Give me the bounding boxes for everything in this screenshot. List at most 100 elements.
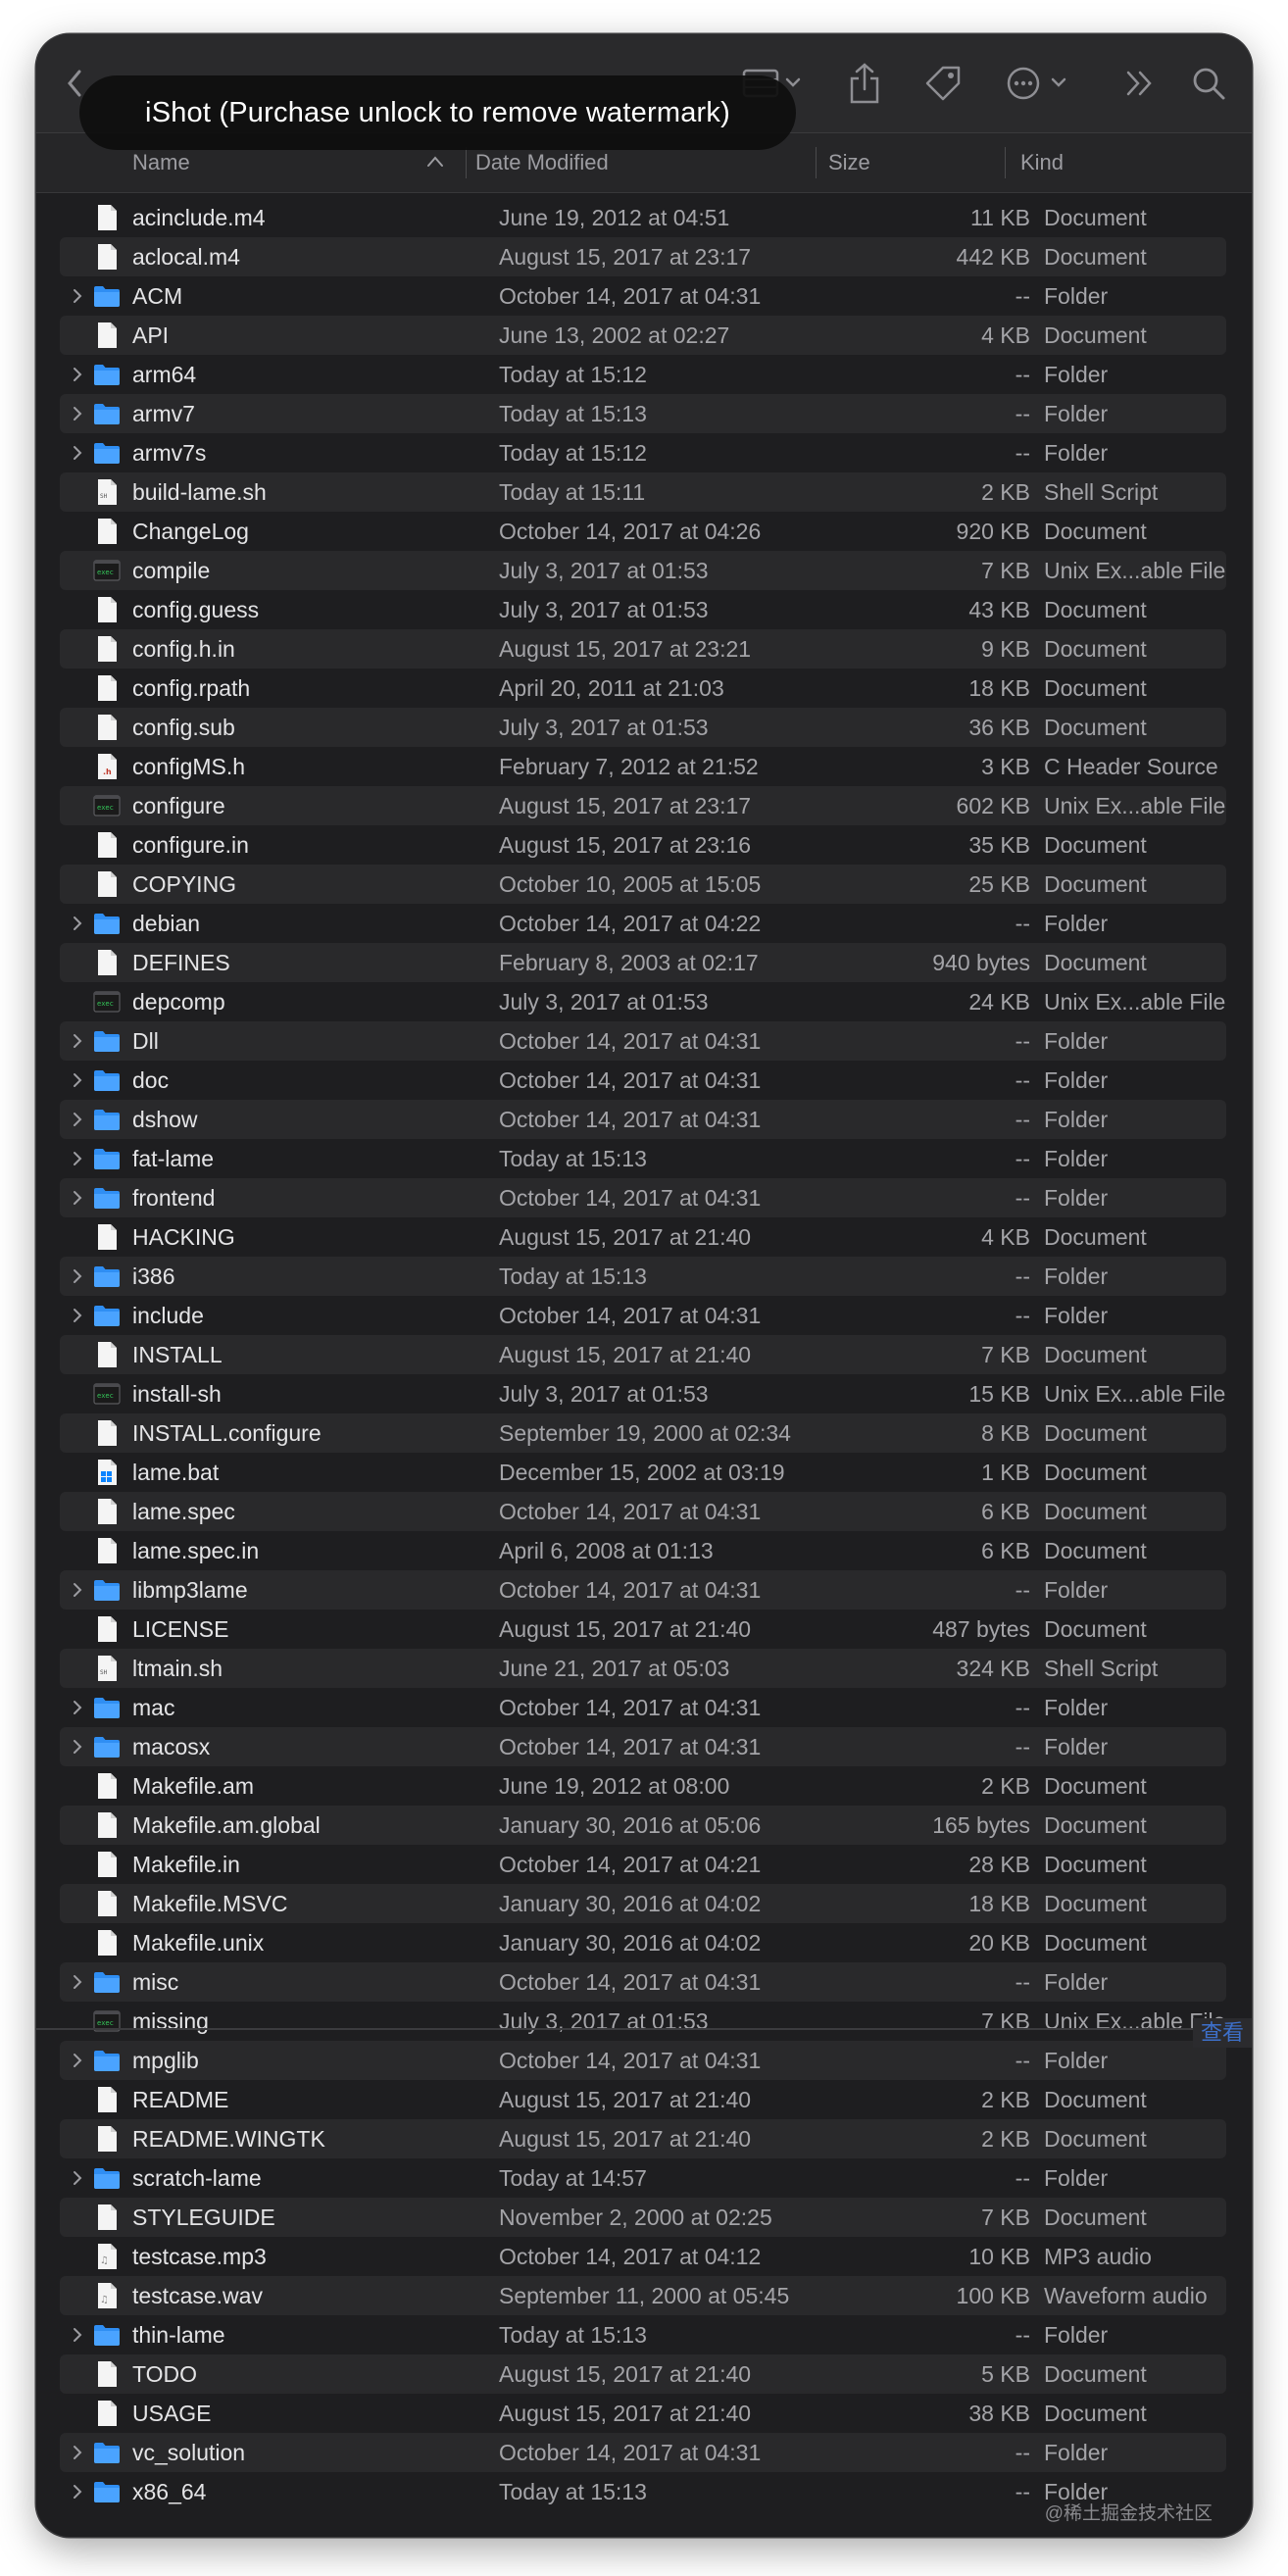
column-divider[interactable]: [816, 147, 817, 178]
table-row[interactable]: macosx October 14, 2017 at 04:31 -- Folder: [60, 1727, 1226, 1766]
disclosure-chevron-icon[interactable]: [68, 433, 87, 472]
disclosure-chevron-icon[interactable]: [68, 2315, 87, 2354]
table-row[interactable]: Dll October 14, 2017 at 04:31 -- Folder: [60, 1021, 1226, 1061]
file-kind: Document: [1044, 1499, 1147, 1524]
table-row[interactable]: configure.in August 15, 2017 at 23:16 35 K…: [60, 825, 1226, 865]
disclosure-chevron-icon[interactable]: [68, 1061, 87, 1100]
disclosure-chevron-icon[interactable]: [68, 355, 87, 394]
disclosure-chevron-icon[interactable]: [68, 1688, 87, 1727]
disclosure-chevron-icon[interactable]: [68, 1296, 87, 1335]
disclosure-chevron-icon[interactable]: [68, 1100, 87, 1139]
file-kind: Folder: [1044, 401, 1109, 426]
table-row[interactable]: API June 13, 2002 at 02:27 4 KB Document: [60, 316, 1226, 355]
table-row[interactable]: doc October 14, 2017 at 04:31 -- Folder: [60, 1061, 1226, 1100]
table-row[interactable]: USAGE August 15, 2017 at 21:40 38 KB Docume…: [60, 2394, 1226, 2433]
table-row[interactable]: mpglib October 14, 2017 at 04:31 -- Folder: [60, 2041, 1226, 2080]
table-row[interactable]: Makefile.am June 19, 2012 at 08:00 2 KB Doc…: [60, 1766, 1226, 1806]
table-row[interactable]: armv7 Today at 15:13 -- Folder: [60, 394, 1226, 433]
table-row[interactable]: misc October 14, 2017 at 04:31 -- Folder: [60, 1962, 1226, 2002]
disclosure-chevron-icon[interactable]: [68, 1021, 87, 1061]
disclosure-chevron-icon[interactable]: [68, 904, 87, 943]
disclosure-chevron-icon[interactable]: [68, 276, 87, 316]
table-row[interactable]: STYLEGUIDE November 2, 2000 at 02:25 7 KB D…: [60, 2198, 1226, 2237]
table-row[interactable]: frontend October 14, 2017 at 04:31 -- Folde…: [60, 1178, 1226, 1217]
table-row[interactable]: ♫ testcase.mp3 October 14, 2017 at 04:12 10…: [60, 2237, 1226, 2276]
table-row[interactable]: exec install-sh July 3, 2017 at 01:53 15 KB…: [60, 1374, 1226, 1413]
disclosure-chevron-icon[interactable]: [68, 2472, 87, 2511]
disclosure-chevron-icon[interactable]: [68, 2041, 87, 2080]
table-row[interactable]: include October 14, 2017 at 04:31 -- Folder: [60, 1296, 1226, 1335]
disclosure-chevron-icon[interactable]: [68, 1178, 87, 1217]
table-row[interactable]: debian October 14, 2017 at 04:22 -- Folder: [60, 904, 1226, 943]
table-row[interactable]: exec configure August 15, 2017 at 23:17 602…: [60, 786, 1226, 825]
table-row[interactable]: SH ltmain.sh June 21, 2017 at 05:03 324 KB S…: [60, 1649, 1226, 1688]
table-row[interactable]: thin-lame Today at 15:13 -- Folder: [60, 2315, 1226, 2354]
file-kind: Folder: [1044, 2048, 1109, 2073]
table-row[interactable]: ChangeLog October 14, 2017 at 04:26 920 KB…: [60, 512, 1226, 551]
table-row[interactable]: scratch-lame Today at 14:57 -- Folder: [60, 2158, 1226, 2198]
table-row[interactable]: Makefile.MSVC January 30, 2016 at 04:02 18…: [60, 1884, 1226, 1923]
share-icon[interactable]: [840, 62, 889, 105]
table-row[interactable]: config.h.in August 15, 2017 at 23:21 9 KB D…: [60, 629, 1226, 669]
document-icon: [93, 1537, 121, 1564]
terminal-exec-icon: exec: [93, 1380, 121, 1408]
table-row[interactable]: ACM October 14, 2017 at 04:31 -- Folder: [60, 276, 1226, 316]
table-row[interactable]: i386 Today at 15:13 -- Folder: [60, 1257, 1226, 1296]
tag-icon[interactable]: [918, 62, 967, 105]
disclosure-chevron-icon[interactable]: [68, 2433, 87, 2472]
toolbar-overflow-icon[interactable]: [1120, 62, 1160, 105]
table-row[interactable]: aclocal.m4 August 15, 2017 at 23:17 442 KB…: [60, 237, 1226, 276]
table-row[interactable]: fat-lame Today at 15:13 -- Folder: [60, 1139, 1226, 1178]
table-row[interactable]: config.guess July 3, 2017 at 01:53 43 KB Do…: [60, 590, 1226, 629]
more-actions-icon[interactable]: [1001, 62, 1079, 105]
table-row[interactable]: Makefile.am.global January 30, 2016 at 05…: [60, 1806, 1226, 1845]
column-divider[interactable]: [466, 147, 467, 178]
column-header-kind[interactable]: Kind: [1020, 133, 1064, 192]
table-row[interactable]: dshow October 14, 2017 at 04:31 -- Folder: [60, 1100, 1226, 1139]
table-row[interactable]: Makefile.unix January 30, 2016 at 04:02 20…: [60, 1923, 1226, 1962]
disclosure-chevron-icon[interactable]: [68, 1962, 87, 2002]
table-row[interactable]: LICENSE August 15, 2017 at 21:40 487 bytes…: [60, 1610, 1226, 1649]
table-row[interactable]: exec missing July 3, 2017 at 01:53 7 KB Unix…: [60, 2002, 1226, 2041]
file-name: i386: [132, 1263, 175, 1289]
table-row[interactable]: HACKING August 15, 2017 at 21:40 4 KB Docum…: [60, 1217, 1226, 1257]
table-row[interactable]: .h configMS.h February 7, 2012 at 21:52 3 K…: [60, 747, 1226, 786]
table-row[interactable]: TODO August 15, 2017 at 21:40 5 KB Document: [60, 2354, 1226, 2394]
table-row[interactable]: armv7s Today at 15:12 -- Folder: [60, 433, 1226, 472]
table-row[interactable]: vc_solution October 14, 2017 at 04:31 -- Fo…: [60, 2433, 1226, 2472]
folder-icon: [93, 1263, 121, 1290]
table-row[interactable]: acinclude.m4 June 19, 2012 at 04:51 11 KB D…: [60, 198, 1226, 237]
table-row[interactable]: lame.spec.in April 6, 2008 at 01:13 6 KB Do…: [60, 1531, 1226, 1570]
document-icon: [93, 2086, 121, 2113]
date-modified: August 15, 2017 at 23:17: [499, 244, 752, 270]
search-icon[interactable]: [1187, 62, 1230, 105]
table-row[interactable]: config.rpath April 20, 2011 at 21:03 18 KB…: [60, 669, 1226, 708]
table-row[interactable]: libmp3lame October 14, 2017 at 04:31 -- Fol…: [60, 1570, 1226, 1610]
table-row[interactable]: COPYING October 10, 2005 at 15:05 25 KB Doc…: [60, 865, 1226, 904]
table-row[interactable]: README August 15, 2017 at 21:40 2 KB Docume…: [60, 2080, 1226, 2119]
table-row[interactable]: ♫ testcase.wav September 11, 2000 at 05:45…: [60, 2276, 1226, 2315]
shell-script-icon: SH: [93, 478, 121, 506]
table-row[interactable]: INSTALL.configure September 19, 2000 at 0…: [60, 1413, 1226, 1453]
disclosure-chevron-icon[interactable]: [68, 1570, 87, 1610]
column-divider[interactable]: [1005, 147, 1006, 178]
table-row[interactable]: arm64 Today at 15:12 -- Folder: [60, 355, 1226, 394]
table-row[interactable]: Makefile.in October 14, 2017 at 04:21 28 K…: [60, 1845, 1226, 1884]
column-header-size[interactable]: Size: [828, 133, 870, 192]
disclosure-chevron-icon[interactable]: [68, 1257, 87, 1296]
table-row[interactable]: DEFINES February 8, 2003 at 02:17 940 byte…: [60, 943, 1226, 982]
table-row[interactable]: exec compile July 3, 2017 at 01:53 7 KB Unix…: [60, 551, 1226, 590]
disclosure-chevron-icon[interactable]: [68, 1727, 87, 1766]
table-row[interactable]: exec depcomp July 3, 2017 at 01:53 24 KB Uni…: [60, 982, 1226, 1021]
table-row[interactable]: INSTALL August 15, 2017 at 21:40 7 KB Docum…: [60, 1335, 1226, 1374]
table-row[interactable]: lame.bat December 15, 2002 at 03:19 1 KB Do…: [60, 1453, 1226, 1492]
table-row[interactable]: README.WINGTK August 15, 2017 at 21:40 2 K…: [60, 2119, 1226, 2158]
disclosure-chevron-icon[interactable]: [68, 1139, 87, 1178]
disclosure-chevron-icon[interactable]: [68, 394, 87, 433]
table-row[interactable]: SH build-lame.sh Today at 15:11 2 KB Shell S…: [60, 472, 1226, 512]
table-row[interactable]: mac October 14, 2017 at 04:31 -- Folder: [60, 1688, 1226, 1727]
table-row[interactable]: lame.spec October 14, 2017 at 04:31 6 KB Do…: [60, 1492, 1226, 1531]
table-row[interactable]: config.sub July 3, 2017 at 01:53 36 KB Docu…: [60, 708, 1226, 747]
disclosure-chevron-icon[interactable]: [68, 2158, 87, 2198]
file-list: acinclude.m4 June 19, 2012 at 04:51 11 KB D…: [60, 198, 1226, 2511]
